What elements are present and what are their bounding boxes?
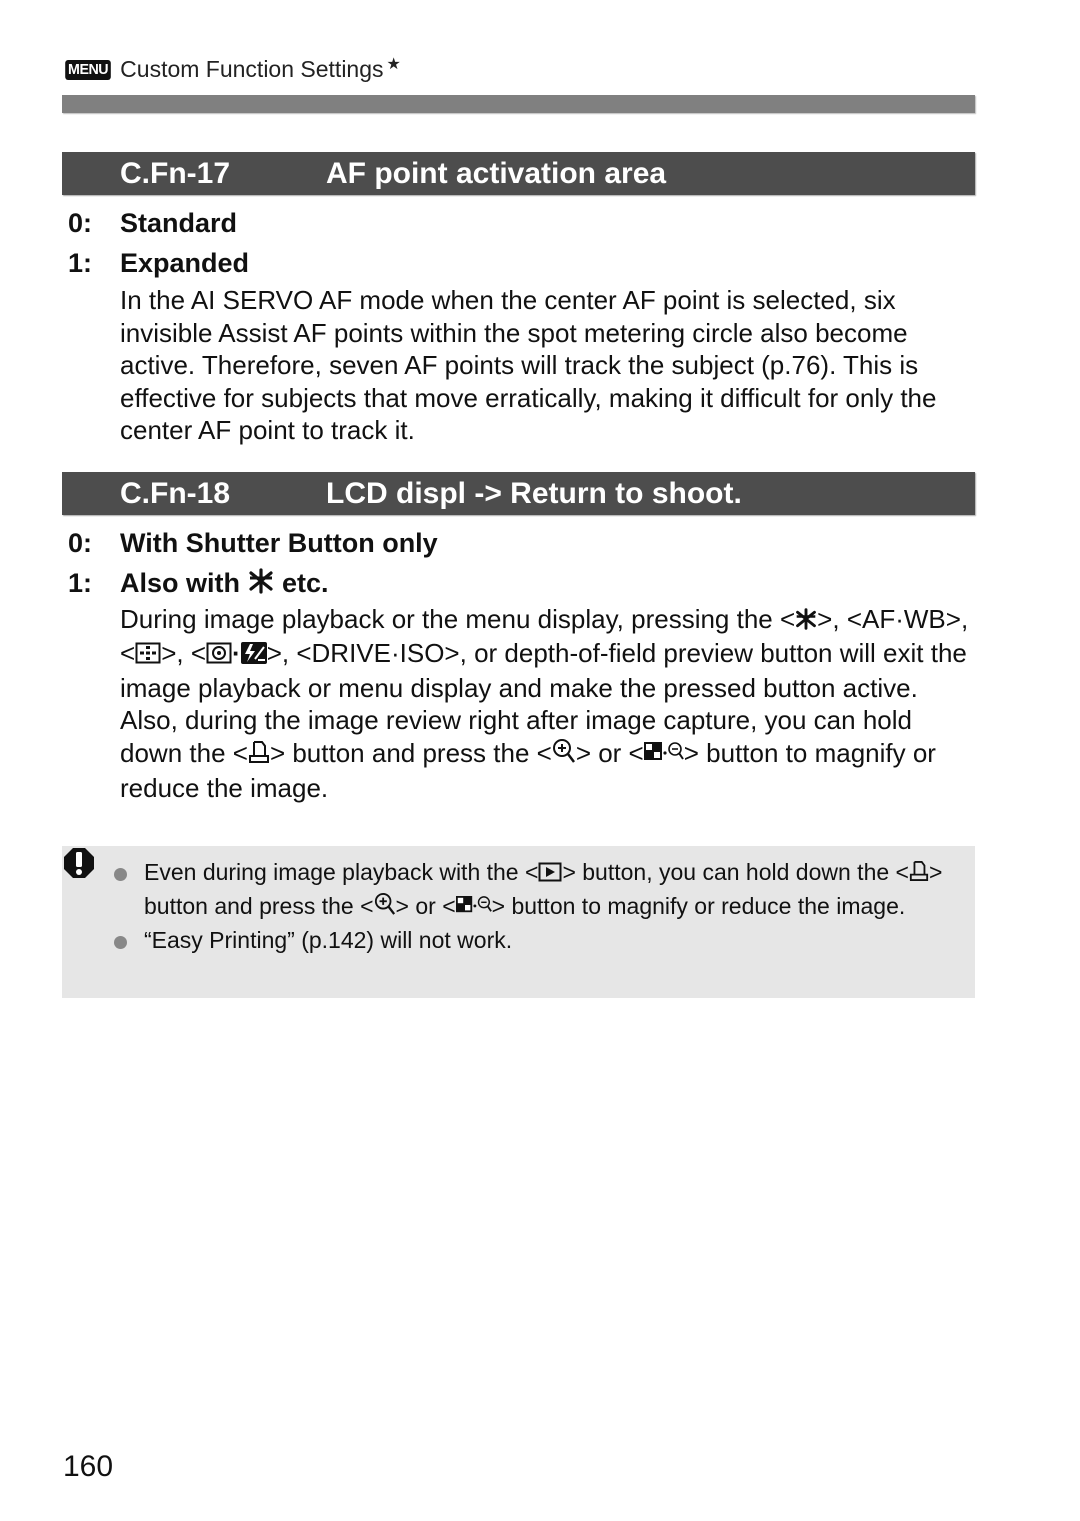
bullet-icon [114,868,127,881]
option-label-suffix: etc. [282,568,329,598]
option-0: 0: Standard [68,208,237,239]
caution-item: Even during image playback with the < > b… [112,856,952,924]
option-label: With Shutter Button only [120,528,438,558]
index-reduce-icon [643,739,684,772]
option-1: 1: Also with etc. [68,568,329,601]
section-title: Custom Function Settings [120,56,384,82]
af-wb-button-label: <AF·WB>, [846,604,969,634]
option-number: 0: [68,528,93,558]
text: > button to magnify or reduce the image. [491,893,906,920]
option-label: Also with [120,568,240,598]
section-divider-bar [62,95,975,113]
drive-iso-button-label: <DRIVE·ISO>, [296,638,467,669]
text: >, [266,638,290,669]
text: >, [817,604,840,634]
bullet-icon [114,936,127,950]
option-number: 1: [68,568,93,598]
menu-icon: MENU [65,59,111,80]
function-code: C.Fn-17 [120,156,231,190]
af-point-selection-icon [135,639,161,672]
text: Even during image playback with the < [144,859,539,885]
function-header-cfn17: C.Fn-17 AF point activation area [62,152,975,195]
text: >, < [161,638,207,669]
caution-item: “Easy Printing” (p.142) will not work. [112,924,952,957]
option-0: 0: With Shutter Button only [68,528,438,559]
ae-lock-asterisk-icon [795,605,817,638]
description-paragraph-1: During image playback or the menu displa… [120,604,969,703]
magnify-icon [374,892,396,925]
option-label: Expanded [120,248,250,278]
flash-exposure-compensation-icon [240,639,267,672]
metering-mode-icon [206,639,232,672]
description-text: In the AI SERVO AF mode when the center … [120,285,937,445]
caution-icon [63,847,94,878]
text: > or < [395,893,456,920]
option-number: 0: [68,208,93,238]
function-title: AF point activation area [326,156,667,190]
option-number: 1: [68,248,93,278]
text: “Easy Printing” (p.142) will not work. [144,927,513,954]
description-paragraph-2: Also, during the image review right afte… [120,704,980,804]
option-description: In the AI SERVO AF mode when the center … [120,284,980,447]
text: During image playback or the menu displa… [120,604,796,634]
option-description: During image playback or the menu displa… [120,603,980,804]
print-share-icon [909,858,929,891]
print-share-icon [248,739,270,772]
star-icon: ★ [386,55,401,73]
index-reduce-icon [455,892,492,925]
text: < [120,638,136,669]
playback-icon [538,858,562,891]
function-header-cfn18: C.Fn-18 LCD displ -> Return to shoot. [62,472,975,515]
option-1: 1: Expanded [68,248,249,279]
ae-lock-asterisk-icon [248,568,274,601]
page-number: 160 [63,1450,114,1483]
section-header: MENU Custom Function Settings ★ [64,56,401,83]
option-label: Standard [120,208,238,238]
magnify-icon [552,738,576,772]
text: > or < [575,737,644,768]
caution-list: Even during image playback with the < > b… [112,856,952,957]
function-title: LCD displ -> Return to shoot. [326,476,742,510]
function-code: C.Fn-18 [120,476,231,510]
text: > button and press the < [269,737,552,768]
text: > button, you can hold down the < [562,859,909,885]
